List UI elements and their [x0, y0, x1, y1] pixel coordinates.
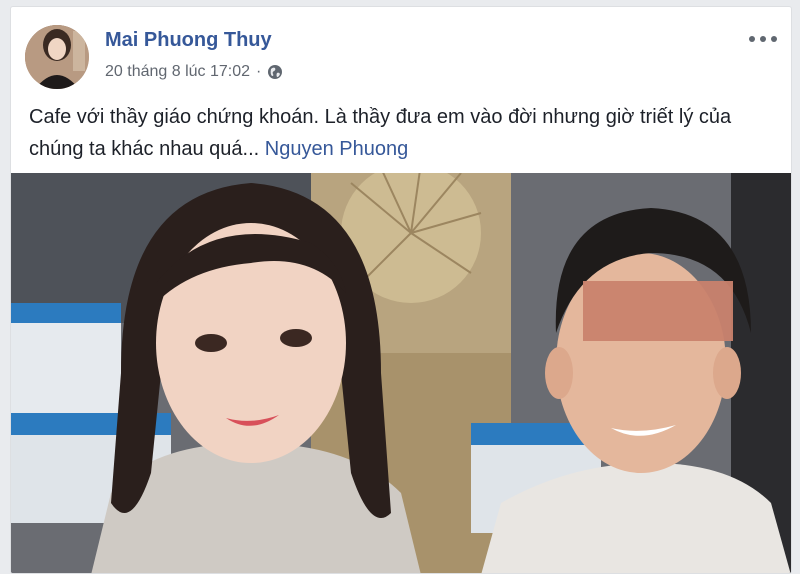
post-text: Cafe với thầy giáo chứng khoán. Là thầy … — [29, 101, 769, 165]
more-dot — [760, 36, 766, 42]
more-dot — [749, 36, 755, 42]
censor-blur — [583, 281, 733, 341]
tagged-person-link[interactable]: Nguyen Phuong — [265, 138, 408, 160]
post-meta: 20 tháng 8 lúc 17:02 · — [105, 63, 283, 81]
author-name[interactable]: Mai Phuong Thuy — [105, 29, 272, 52]
more-dot — [771, 36, 777, 42]
post-card: Mai Phuong Thuy 20 tháng 8 lúc 17:02 · C… — [10, 6, 792, 574]
more-options-icon[interactable] — [749, 31, 777, 47]
post-header: Mai Phuong Thuy 20 tháng 8 lúc 17:02 · — [25, 23, 777, 89]
author-avatar[interactable] — [25, 25, 89, 89]
post-photo[interactable] — [11, 173, 791, 573]
meta-separator: · — [256, 63, 262, 80]
post-timestamp[interactable]: 20 tháng 8 lúc 17:02 — [105, 63, 250, 81]
globe-icon[interactable] — [267, 64, 283, 80]
